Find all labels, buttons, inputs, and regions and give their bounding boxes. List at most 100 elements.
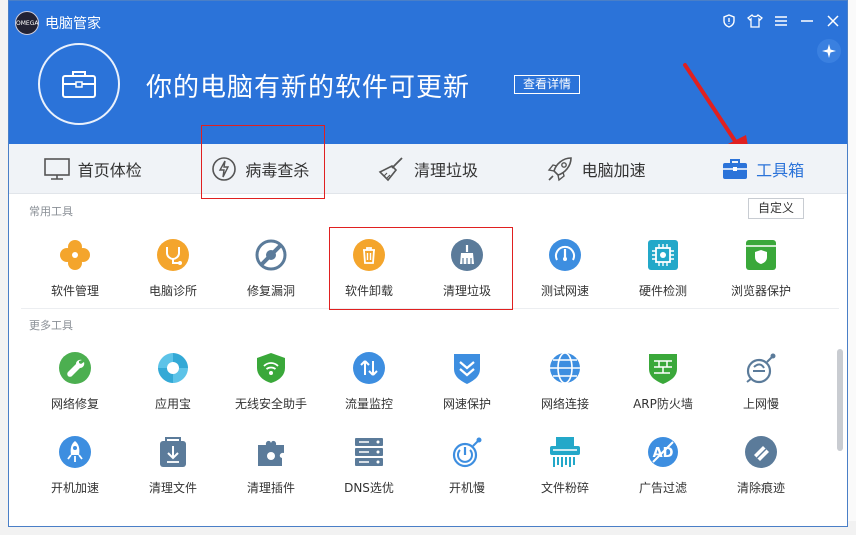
nav-home-checkup[interactable]: 首页体检: [9, 144, 177, 193]
tool-label: 浏览器保护: [730, 284, 791, 298]
more-tools-heading: 更多工具: [29, 319, 73, 332]
toolbox-icon: [723, 158, 748, 179]
chip-icon: [646, 238, 680, 272]
clean-file-icon: [156, 435, 190, 469]
tools-scrollbar[interactable]: [837, 349, 843, 451]
tool-label: DNS选优: [344, 481, 394, 495]
tool-tile[interactable]: DNS选优: [320, 435, 418, 515]
desktop-background-right: [848, 0, 856, 535]
tool-tile[interactable]: 软件卸载: [320, 238, 418, 318]
nav-clean-junk[interactable]: 清理垃圾: [344, 144, 512, 193]
nav-toolbox[interactable]: 工具箱: [679, 144, 847, 193]
ad-block-icon: AD: [646, 435, 680, 469]
tool-tile[interactable]: 无线安全助手: [222, 351, 320, 431]
menu-icon[interactable]: [773, 13, 789, 29]
nav-label: 电脑加速: [581, 160, 646, 180]
nav-label: 工具箱: [756, 160, 805, 180]
sparkle-icon[interactable]: [817, 39, 841, 63]
main-navigation: 首页体检 病毒查杀 清理垃圾 电脑加速 工具箱: [9, 144, 847, 194]
tool-tile[interactable]: 网速保护: [418, 351, 516, 431]
server-icon: [352, 435, 386, 469]
header-banner: OMEGA 电脑管家 你的电脑有新的软件可更新 查看详情: [9, 1, 847, 163]
firewall-icon: [646, 351, 680, 385]
tool-label: 开机加速: [50, 481, 99, 495]
tool-tile[interactable]: 清理垃圾: [418, 238, 516, 318]
tool-tile[interactable]: 文件粉碎: [516, 435, 614, 515]
tool-tile[interactable]: 浏览器保护: [712, 238, 810, 318]
tool-tile[interactable]: 清理插件: [222, 435, 320, 515]
shredder-icon: [548, 435, 582, 469]
tool-label: 网络连接: [540, 397, 589, 411]
monitor-icon: [43, 157, 70, 180]
tool-tile[interactable]: 开机慢: [418, 435, 516, 515]
tool-label: 清理插件: [246, 481, 295, 495]
app-title: 电脑管家: [45, 16, 101, 32]
tool-label: 清理垃圾: [442, 284, 491, 298]
tool-label: 上网慢: [742, 397, 779, 411]
app-store-icon: [156, 351, 190, 385]
toolbox-hero-icon: [38, 43, 120, 125]
title-bar[interactable]: OMEGA 电脑管家: [9, 1, 847, 41]
tool-tile[interactable]: 网络连接: [516, 351, 614, 431]
tool-label: 软件管理: [50, 284, 99, 298]
tool-tile[interactable]: 修复漏洞: [222, 238, 320, 318]
app-logo: OMEGA: [15, 11, 39, 35]
window-controls: [721, 13, 841, 29]
chevron-shield-icon: [450, 351, 484, 385]
slow-boot-icon: [450, 435, 484, 469]
tool-tile[interactable]: 电脑诊所: [124, 238, 222, 318]
tool-tile[interactable]: 上网慢: [712, 351, 810, 431]
tool-tile[interactable]: 软件管理: [26, 238, 124, 318]
pc-manager-window: OMEGA 电脑管家 你的电脑有新的软件可更新 查看详情 首页体检 病毒查杀 清…: [8, 0, 848, 527]
nav-label: 清理垃圾: [413, 160, 478, 180]
customize-button[interactable]: 自定义: [748, 198, 804, 219]
tool-tile[interactable]: ARP防火墙: [614, 351, 712, 431]
broom-icon: [378, 156, 403, 181]
software-manager-icon: [58, 238, 92, 272]
wifi-icon: [254, 351, 288, 385]
tool-tile[interactable]: 开机加速: [26, 435, 124, 515]
view-details-button[interactable]: 查看详情: [514, 75, 580, 94]
tool-label: 文件粉碎: [540, 481, 589, 495]
patch-icon: [254, 238, 288, 272]
rocket-icon: [547, 156, 572, 181]
eraser-icon: [744, 435, 778, 469]
minimize-icon[interactable]: [799, 13, 815, 29]
nav-label: 病毒查杀: [245, 160, 310, 180]
traffic-icon: [352, 351, 386, 385]
tool-tile[interactable]: 清除痕迹: [712, 435, 810, 515]
tool-tile[interactable]: 流量监控: [320, 351, 418, 431]
tool-label: 开机慢: [448, 481, 485, 495]
tool-tile[interactable]: 硬件检测: [614, 238, 712, 318]
nav-pc-speedup[interactable]: 电脑加速: [512, 144, 680, 193]
tool-label: 应用宝: [154, 397, 191, 411]
lightning-icon: [212, 156, 237, 181]
puzzle-icon: [254, 435, 288, 469]
tool-label: 网速保护: [442, 397, 491, 411]
tool-tile[interactable]: 应用宝: [124, 351, 222, 431]
tool-label: 硬件检测: [638, 284, 687, 298]
tool-label: 软件卸载: [344, 284, 393, 298]
tool-tile[interactable]: 测试网速: [516, 238, 614, 318]
wrench-icon: [58, 351, 92, 385]
tool-label: 清理文件: [148, 481, 197, 495]
tool-tile[interactable]: AD 广告过滤: [614, 435, 712, 515]
speedometer-icon: [548, 238, 582, 272]
broom-icon: [450, 238, 484, 272]
tool-label: 测试网速: [540, 284, 589, 298]
tool-label: ARP防火墙: [633, 397, 693, 411]
tool-tile[interactable]: 清理文件: [124, 435, 222, 515]
shirt-icon[interactable]: [747, 13, 763, 29]
boot-rocket-icon: [58, 435, 92, 469]
tool-label: 广告过滤: [638, 481, 687, 495]
globe-icon: [548, 351, 582, 385]
tool-label: 清除痕迹: [736, 481, 785, 495]
slow-network-icon: [744, 351, 778, 385]
shield-icon[interactable]: [721, 13, 737, 29]
tool-label: 无线安全助手: [234, 397, 307, 411]
tool-tile[interactable]: 网络修复: [26, 351, 124, 431]
nav-virus-scan[interactable]: 病毒查杀: [177, 144, 345, 193]
close-icon[interactable]: [825, 13, 841, 29]
browser-shield-icon: [744, 238, 778, 272]
section-divider: [21, 308, 839, 309]
